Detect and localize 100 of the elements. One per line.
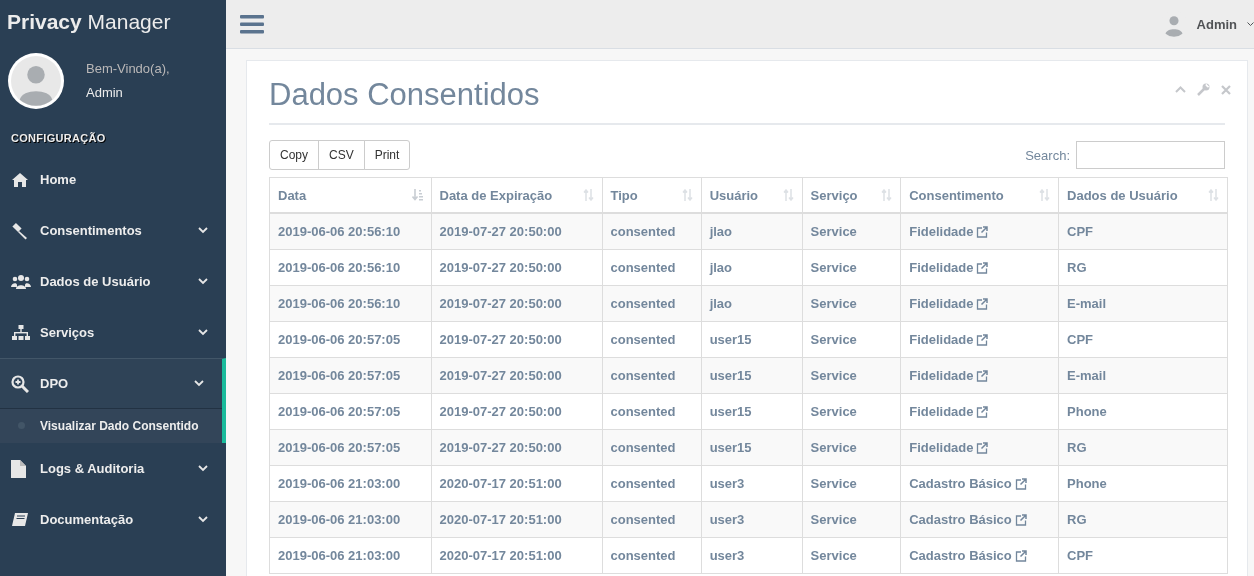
- book-icon: [11, 511, 29, 528]
- nav-item[interactable]: DPO: [0, 358, 226, 408]
- menu-icon[interactable]: [240, 14, 264, 34]
- table-cell: 2019-07-27 20:50:00: [431, 321, 602, 358]
- export-button[interactable]: Print: [363, 140, 411, 170]
- nav-item[interactable]: Serviços: [0, 307, 226, 358]
- table-cell: Service: [802, 465, 901, 502]
- table-cell: 2019-07-27 20:50:00: [431, 429, 602, 466]
- table-cell: CPF: [1058, 537, 1228, 574]
- table-cell: CPF: [1058, 321, 1228, 358]
- table-cell: user15: [701, 321, 803, 358]
- table-cell: 2020-07-17 20:51:00: [431, 501, 602, 538]
- table-cell: 2019-07-27 20:50:00: [431, 213, 602, 250]
- user-menu[interactable]: Admin: [1160, 11, 1254, 37]
- table-cell: jlao: [701, 249, 803, 286]
- sort-icon: [881, 189, 893, 201]
- wrench-icon[interactable]: [1197, 83, 1210, 96]
- submenu-item[interactable]: Visualizar Dado Consentido: [0, 408, 226, 443]
- table-cell: Phone: [1058, 393, 1228, 430]
- table-cell: Service: [802, 393, 901, 430]
- external-link-icon: [1014, 549, 1027, 562]
- close-icon[interactable]: [1221, 84, 1231, 95]
- table-cell: consented: [602, 321, 702, 358]
- search-label: Search:: [1025, 147, 1070, 163]
- external-link-icon: [976, 405, 989, 418]
- nav-item[interactable]: Documentação: [0, 494, 226, 545]
- sort-icon: [681, 189, 693, 201]
- sitemap-icon: [11, 324, 31, 341]
- table-cell: 2019-07-27 20:50:00: [431, 393, 602, 430]
- sort-icon: [582, 189, 594, 201]
- external-link-icon: [976, 441, 989, 454]
- table-cell: Service: [802, 429, 901, 466]
- table-cell: 2019-06-06 21:03:00: [269, 537, 431, 574]
- table-cell: consented: [602, 357, 702, 394]
- nav-item[interactable]: Logs & Auditoria: [0, 443, 226, 494]
- nav-item[interactable]: Consentimentos: [0, 205, 226, 256]
- sort-icon: [1208, 189, 1219, 201]
- sort-ascending-icon: [411, 189, 423, 201]
- home-icon: [11, 171, 29, 188]
- search-field[interactable]: [1076, 141, 1225, 169]
- table-cell: user3: [701, 537, 803, 574]
- user-name: Admin: [86, 84, 124, 102]
- table-cell: consented: [602, 285, 702, 322]
- table-cell: 2019-06-06 21:03:00: [269, 501, 431, 538]
- table-cell: 2019-06-06 21:03:00: [269, 465, 431, 502]
- gavel-icon: [11, 221, 29, 240]
- table-cell: 2019-06-06 20:56:10: [269, 213, 431, 250]
- table-cell: RG: [1058, 429, 1228, 466]
- table-cell: Service: [802, 537, 901, 574]
- greeting-text: Bem-Vindo(a),: [86, 60, 170, 78]
- table-cell: consented: [602, 501, 702, 538]
- table-cell: 2019-06-06 20:57:05: [269, 357, 431, 394]
- page-title: Dados Consentidos: [269, 77, 541, 113]
- external-link-icon: [976, 297, 989, 310]
- table-cell: E-mail: [1058, 285, 1228, 322]
- table-cell: 2019-07-27 20:50:00: [431, 249, 602, 286]
- table-cell: Service: [802, 213, 901, 250]
- table-cell: E-mail: [1058, 357, 1228, 394]
- sort-icon: [782, 189, 794, 201]
- table-cell: consented: [602, 537, 702, 574]
- table-cell: CPF: [1058, 213, 1228, 250]
- external-link-icon: [976, 369, 989, 382]
- users-icon: [11, 273, 31, 290]
- nav-item[interactable]: Dados de Usuário: [0, 256, 226, 307]
- table-cell: 2020-07-17 20:51:00: [431, 537, 602, 574]
- table-cell: consented: [602, 213, 702, 250]
- table-cell: 2020-07-17 20:51:00: [431, 465, 602, 502]
- table-cell: jlao: [701, 213, 803, 250]
- sort-icon: [1039, 189, 1051, 201]
- export-button[interactable]: CSV: [318, 140, 365, 170]
- table-cell: 2019-06-06 20:57:05: [269, 321, 431, 358]
- table-cell: user3: [701, 465, 803, 502]
- table-cell: consented: [602, 249, 702, 286]
- table-cell: jlao: [701, 285, 803, 322]
- table-cell: Service: [802, 249, 901, 286]
- table-cell: user15: [701, 357, 803, 394]
- table-cell: 2019-06-06 20:57:05: [269, 393, 431, 430]
- table-cell: 2019-06-06 20:56:10: [269, 249, 431, 286]
- nav-item[interactable]: Home: [0, 154, 226, 205]
- external-link-icon: [976, 333, 989, 346]
- table-cell: user15: [701, 393, 803, 430]
- table-cell: 2019-06-06 20:57:05: [269, 429, 431, 466]
- collapse-icon[interactable]: [1175, 86, 1186, 93]
- external-link-icon: [1014, 477, 1027, 490]
- chevron-down-icon: [1247, 21, 1254, 27]
- table-cell: RG: [1058, 249, 1228, 286]
- app-title: Privacy Manager: [6, 9, 172, 35]
- table-cell: Service: [802, 285, 901, 322]
- zoom-in-icon: [11, 374, 29, 393]
- table-cell: RG: [1058, 501, 1228, 538]
- table-cell: consented: [602, 393, 702, 430]
- file-icon: [11, 459, 26, 478]
- table-cell: Service: [802, 321, 901, 358]
- external-link-icon: [976, 261, 989, 274]
- table-cell: consented: [602, 465, 702, 502]
- table-cell: user3: [701, 501, 803, 538]
- table-cell: 2019-07-27 20:50:00: [431, 357, 602, 394]
- table-cell: user15: [701, 429, 803, 466]
- section-heading: CONFIGURAÇÃO: [10, 131, 107, 146]
- export-button[interactable]: Copy: [269, 140, 319, 170]
